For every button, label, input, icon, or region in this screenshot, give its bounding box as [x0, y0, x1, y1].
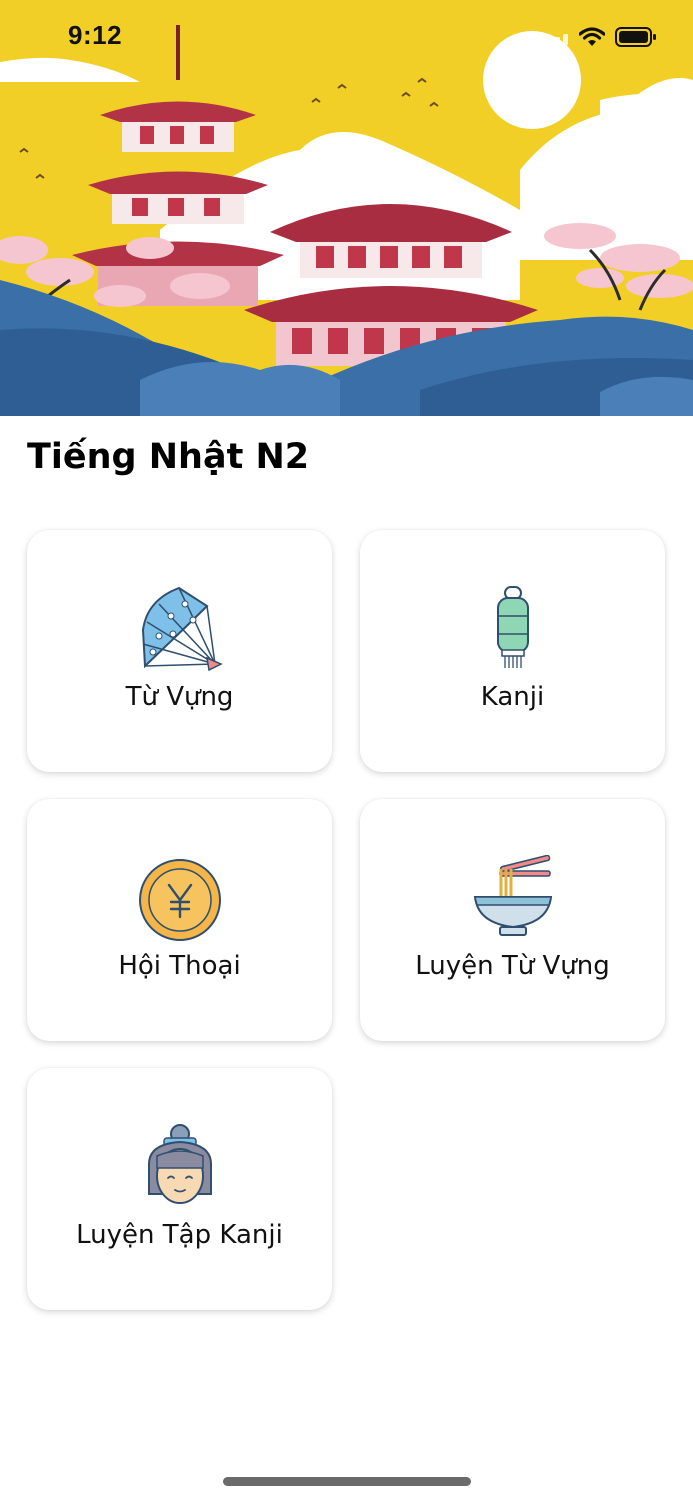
menu-card-label: Luyện Tập Kanji	[76, 1220, 283, 1250]
geisha-icon	[137, 1124, 223, 1210]
yen-coin-icon	[137, 855, 223, 941]
menu-card-luyen-tap-kanji[interactable]: Luyện Tập Kanji	[27, 1068, 332, 1310]
wifi-icon	[578, 27, 606, 51]
battery-icon	[615, 27, 657, 51]
status-icons	[539, 27, 657, 51]
noodle-bowl-icon	[470, 855, 556, 941]
status-time: 9:12	[68, 20, 123, 50]
menu-card-label: Kanji	[480, 682, 545, 712]
menu-card-tu-vung[interactable]: Từ Vựng	[27, 530, 332, 772]
menu-card-kanji[interactable]: Kanji	[360, 530, 665, 772]
menu-card-label: Từ Vựng	[125, 682, 234, 712]
menu-card-hoi-thoai[interactable]: Hội Thoại	[27, 799, 332, 1041]
menu-card-luyen-tu-vung[interactable]: Luyện Từ Vựng	[360, 799, 665, 1041]
menu-card-label: Hội Thoại	[118, 951, 241, 981]
lantern-icon	[470, 586, 556, 672]
fan-icon	[137, 586, 223, 672]
page-title: Tiếng Nhật N2	[27, 437, 310, 477]
home-indicator[interactable]	[223, 1477, 471, 1486]
menu-card-label: Luyện Từ Vựng	[415, 951, 610, 981]
header-illustration	[0, 0, 693, 416]
signal-icon	[539, 30, 569, 49]
